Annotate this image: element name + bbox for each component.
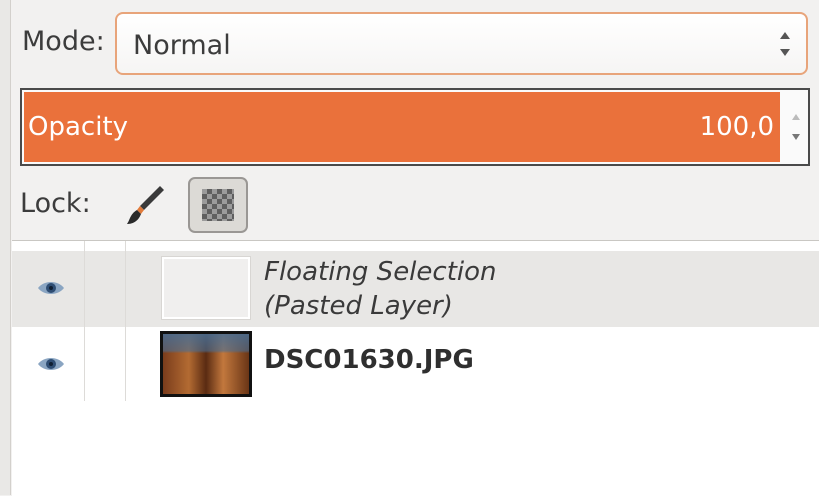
eye-icon[interactable] [36, 279, 66, 297]
layer-name[interactable]: DSC01630.JPG [264, 345, 474, 375]
layer-row-floating-selection[interactable]: Floating Selection (Pasted Layer) [12, 251, 819, 327]
opacity-label: Opacity [28, 112, 129, 142]
layer-name-line1: Floating Selection [264, 257, 497, 287]
mode-select[interactable]: Normal [115, 12, 808, 75]
layer-name-line2: (Pasted Layer) [264, 291, 453, 321]
panel-edge [0, 0, 11, 495]
opacity-spin-scale[interactable]: Opacity 100,0 [20, 88, 810, 166]
layer-row-dsc01630[interactable]: DSC01630.JPG [12, 327, 819, 403]
opacity-fill-bar [24, 92, 780, 162]
lock-pixels-brush-icon[interactable] [120, 180, 170, 230]
spin-arrows-icon[interactable] [788, 100, 804, 150]
updown-arrows-icon [780, 32, 790, 56]
checkerboard-icon [202, 189, 234, 221]
opacity-value: 100,0 [699, 112, 774, 142]
mode-label: Mode: [22, 26, 105, 57]
layer-name[interactable]: Floating Selection (Pasted Layer) [264, 255, 497, 323]
lock-label: Lock: [20, 188, 91, 219]
lock-alpha-button[interactable] [188, 177, 248, 233]
layer-thumbnail [162, 257, 250, 319]
layers-list: Floating Selection (Pasted Layer) DSC016… [12, 240, 819, 496]
eye-icon[interactable] [36, 355, 66, 373]
column-divider [84, 241, 85, 401]
column-divider [125, 241, 126, 401]
layer-thumbnail-photo [160, 331, 252, 397]
mode-value: Normal [133, 30, 231, 61]
